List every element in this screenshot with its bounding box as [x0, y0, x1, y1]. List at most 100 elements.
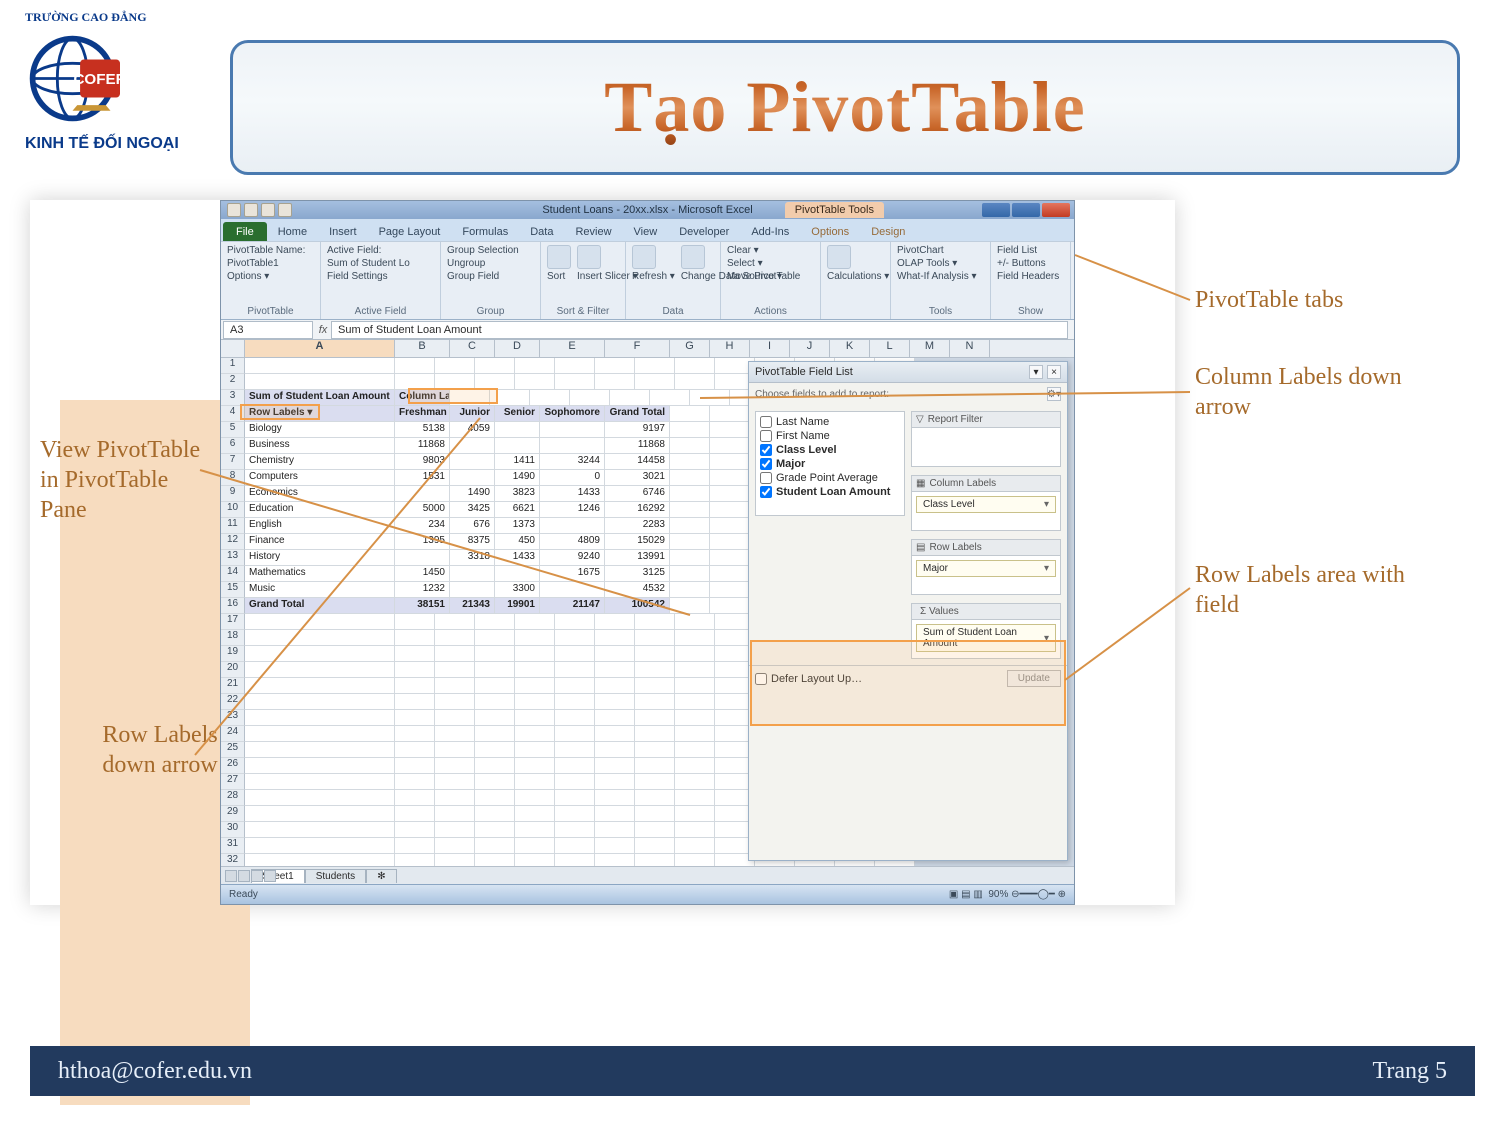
af-field-settings[interactable]: Field Settings — [327, 271, 434, 282]
sheet-tab-new[interactable]: ✻ — [366, 869, 396, 883]
select-all-corner[interactable] — [221, 340, 245, 357]
move-pt-button[interactable]: Move PivotTable — [727, 271, 814, 282]
fieldheaders-toggle[interactable]: Field Headers — [997, 271, 1064, 282]
col-B[interactable]: B — [395, 340, 450, 357]
fieldlist-close-icon[interactable]: × — [1047, 365, 1061, 379]
highlight-row-labels-arrow — [240, 404, 320, 420]
maximize-button[interactable] — [1012, 203, 1040, 217]
tab-formulas[interactable]: Formulas — [451, 222, 519, 241]
col-H[interactable]: H — [710, 340, 750, 357]
column-field-pill[interactable]: Class Level▾ — [916, 496, 1056, 513]
fieldlist-dropdown-icon[interactable]: ▾ — [1029, 365, 1043, 379]
col-N[interactable]: N — [950, 340, 990, 357]
col-F[interactable]: F — [605, 340, 670, 357]
col-E[interactable]: E — [540, 340, 605, 357]
group-sortfilter-title: Sort & Filter — [547, 306, 619, 317]
col-C[interactable]: C — [450, 340, 495, 357]
callout-view-in-pane: View PivotTable in PivotTable Pane — [40, 435, 220, 525]
sheet-tab-bar: Sheet1 Students ✻ — [221, 866, 1074, 884]
sheet-first-icon[interactable] — [225, 870, 237, 882]
refresh-button[interactable]: Refresh ▾ — [632, 271, 675, 282]
tab-addins[interactable]: Add-Ins — [740, 222, 800, 241]
col-D[interactable]: D — [495, 340, 540, 357]
sheet-tab-students[interactable]: Students — [305, 869, 366, 883]
col-K[interactable]: K — [830, 340, 870, 357]
chevron-down-icon[interactable]: ▾ — [1044, 499, 1049, 510]
qat-undo-icon[interactable] — [261, 203, 275, 217]
tab-developer[interactable]: Developer — [668, 222, 740, 241]
tab-pagelayout[interactable]: Page Layout — [368, 222, 452, 241]
qat-save-icon[interactable] — [244, 203, 258, 217]
chevron-down-icon[interactable]: ▾ — [1044, 563, 1049, 574]
view-pagelayout-icon[interactable]: ▤ — [961, 889, 970, 900]
name-box[interactable]: A3 — [223, 321, 313, 339]
group-sortfilter: Sort Insert Slicer ▾ Sort & Filter — [541, 242, 626, 319]
pivottable-field-list[interactable]: PivotTable Field List ▾ × Choose fields … — [748, 361, 1068, 861]
col-I[interactable]: I — [750, 340, 790, 357]
pivotchart-button[interactable]: PivotChart — [897, 245, 984, 256]
col-G[interactable]: G — [670, 340, 710, 357]
area-row-labels[interactable]: ▤Row Labels Major▾ — [911, 539, 1061, 595]
field-class-level[interactable]: Class Level — [760, 444, 900, 456]
pt-options-button[interactable]: Options ▾ — [227, 271, 314, 282]
qat-redo-icon[interactable] — [278, 203, 292, 217]
field-last-name[interactable]: Last Name — [760, 416, 900, 428]
fx-icon[interactable]: fx — [315, 322, 331, 338]
field-grade-point-average[interactable]: Grade Point Average — [760, 472, 900, 484]
group-field-button[interactable]: Group Field — [447, 271, 534, 282]
col-L[interactable]: L — [870, 340, 910, 357]
field-student-loan-amount[interactable]: Student Loan Amount — [760, 486, 900, 498]
field-first-name[interactable]: First Name — [760, 430, 900, 442]
group-selection-button[interactable]: Group Selection — [447, 245, 534, 256]
sort-az-icon[interactable] — [547, 245, 571, 269]
pt-name-value[interactable]: PivotTable1 — [227, 258, 314, 269]
tab-insert[interactable]: Insert — [318, 222, 368, 241]
select-button[interactable]: Select ▾ — [727, 258, 814, 269]
tab-view[interactable]: View — [623, 222, 669, 241]
sheet-last-icon[interactable] — [264, 870, 276, 882]
close-button[interactable] — [1042, 203, 1070, 217]
col-A[interactable]: A — [245, 340, 395, 357]
plusminus-toggle[interactable]: +/- Buttons — [997, 258, 1064, 269]
formula-text[interactable]: Sum of Student Loan Amount — [331, 321, 1068, 339]
tab-home[interactable]: Home — [267, 222, 318, 241]
tab-design[interactable]: Design — [860, 222, 916, 241]
zoom-in-icon[interactable]: ⊕ — [1058, 889, 1066, 900]
tab-file[interactable]: File — [223, 222, 267, 241]
slicer-icon[interactable] — [577, 245, 601, 269]
sheet-prev-icon[interactable] — [238, 870, 250, 882]
minimize-button[interactable] — [982, 203, 1010, 217]
sort-button[interactable]: Sort — [547, 271, 571, 282]
refresh-icon[interactable] — [632, 245, 656, 269]
view-normal-icon[interactable]: ▣ — [949, 889, 958, 900]
group-tools-title: Tools — [897, 306, 984, 317]
tab-review[interactable]: Review — [564, 222, 622, 241]
zoom-level[interactable]: 90% — [988, 889, 1008, 900]
columns-icon: ▦ — [916, 478, 925, 489]
calculations-button[interactable]: Calculations ▾ — [827, 271, 884, 282]
layout-options-icon[interactable]: ⚙▾ — [1047, 387, 1061, 401]
tab-data[interactable]: Data — [519, 222, 564, 241]
tab-options[interactable]: Options — [800, 222, 860, 241]
fieldlist-toggle[interactable]: Field List — [997, 245, 1064, 256]
view-pagebreak-icon[interactable]: ▥ — [973, 889, 982, 900]
ungroup-button[interactable]: Ungroup — [447, 258, 534, 269]
available-fields-list[interactable]: Last Name First Name Class Level Major Grade… — [755, 411, 905, 516]
field-major[interactable]: Major — [760, 458, 900, 470]
col-M[interactable]: M — [910, 340, 950, 357]
status-ready: Ready — [229, 889, 258, 900]
change-source-icon[interactable] — [681, 245, 705, 269]
whatif-button[interactable]: What-If Analysis ▾ — [897, 271, 984, 282]
col-J[interactable]: J — [790, 340, 830, 357]
area-column-labels[interactable]: ▦Column Labels Class Level▾ — [911, 475, 1061, 531]
row-field-pill[interactable]: Major▾ — [916, 560, 1056, 577]
olap-button[interactable]: OLAP Tools ▾ — [897, 258, 984, 269]
sheet-next-icon[interactable] — [251, 870, 263, 882]
callout-column-labels-arrow: Column Labels down arrow — [1195, 362, 1455, 422]
area-report-filter[interactable]: ▽Report Filter — [911, 411, 1061, 467]
zoom-out-icon[interactable]: ⊖ — [1011, 889, 1019, 900]
calculations-icon[interactable] — [827, 245, 851, 269]
group-actions-title: Actions — [727, 306, 814, 317]
clear-button[interactable]: Clear ▾ — [727, 245, 814, 256]
af-value[interactable]: Sum of Student Lo — [327, 258, 434, 269]
